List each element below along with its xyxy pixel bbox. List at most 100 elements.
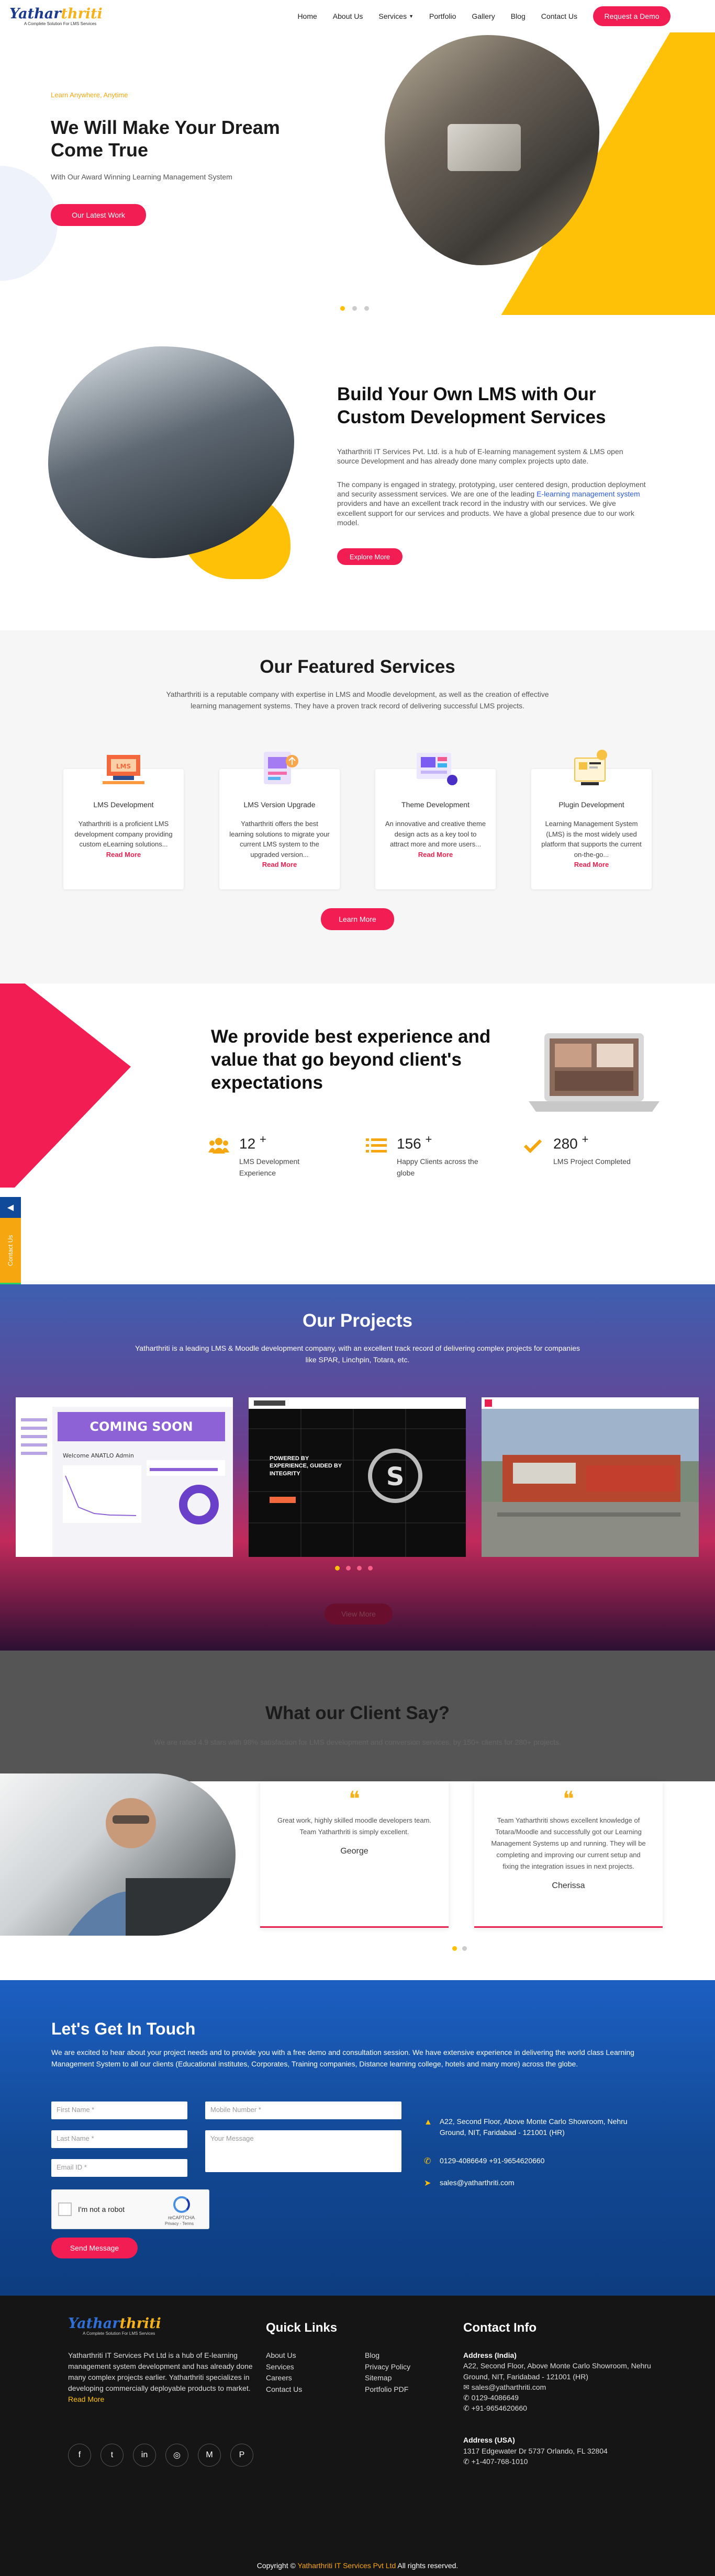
send-message-button[interactable]: Send Message: [51, 2238, 138, 2258]
read-more-link[interactable]: Read More: [106, 851, 141, 858]
elearning-link[interactable]: E-learning management system: [537, 490, 640, 498]
mail-icon: ✉: [463, 2382, 470, 2391]
upgrade-icon: [251, 744, 308, 794]
twitter-icon[interactable]: t: [100, 2444, 124, 2467]
footer-logo[interactable]: Yatharthriti A Complete Solution For LMS…: [68, 2317, 161, 2336]
usa-phone[interactable]: +1-407-768-1010: [472, 2457, 528, 2466]
read-more-link[interactable]: Read More: [262, 861, 297, 868]
latest-work-button[interactable]: Our Latest Work: [51, 204, 146, 226]
nav-about[interactable]: About Us: [333, 12, 363, 20]
projects-intro: Yatharthriti is a leading LMS & Moodle d…: [135, 1344, 580, 1364]
testimonials-title: What our Client Say?: [265, 1703, 450, 1723]
mobile-field[interactable]: Mobile Number *: [205, 2102, 401, 2119]
service-card-title: LMS Development: [93, 800, 154, 809]
laptop-image: [523, 1028, 665, 1122]
slider-dot[interactable]: [352, 306, 357, 311]
service-card-title: Plugin Development: [558, 800, 624, 809]
slider-dot[interactable]: [452, 1946, 457, 1951]
learn-more-button[interactable]: Learn More: [321, 908, 394, 931]
email-field[interactable]: Email ID *: [51, 2159, 187, 2177]
india-email[interactable]: sales@yatharthriti.com: [472, 2383, 546, 2391]
service-card-text: Learning Management System (LMS) is the …: [541, 820, 642, 869]
project-screenshot[interactable]: [482, 1397, 699, 1557]
service-card[interactable]: Plugin Development Learning Management S…: [531, 749, 652, 890]
footer-link-careers[interactable]: Careers: [266, 2372, 302, 2384]
request-demo-button[interactable]: Request a Demo: [593, 6, 671, 26]
first-name-field[interactable]: First Name *: [51, 2102, 187, 2119]
quick-links-col-2: Blog Privacy Policy Sitemap Portfolio PD…: [365, 2350, 410, 2396]
phone-icon: ✆: [463, 2404, 470, 2413]
footer-link-sitemap[interactable]: Sitemap: [365, 2372, 410, 2384]
nav-blog[interactable]: Blog: [511, 12, 526, 20]
footer-logo-tagline: A Complete Solution For LMS Services: [83, 2331, 155, 2336]
footer-read-more-link[interactable]: Read More: [68, 2395, 104, 2403]
slider-dot[interactable]: [364, 306, 369, 311]
arrow-left-icon[interactable]: ◀: [0, 1197, 21, 1218]
message-field[interactable]: Your Message: [205, 2130, 401, 2172]
stats-title: We provide best experience and value tha…: [211, 1026, 491, 1093]
nav-services[interactable]: Services ▼: [378, 12, 414, 20]
nav-portfolio[interactable]: Portfolio: [429, 12, 456, 20]
testimonial-slider-dots: [452, 1946, 467, 1951]
contact-title: Let's Get In Touch: [51, 2019, 196, 2038]
service-card[interactable]: Theme Development An innovative and crea…: [375, 752, 496, 890]
linkedin-icon[interactable]: in: [133, 2444, 156, 2467]
contact-email-text[interactable]: sales@yatharthriti.com: [440, 2177, 515, 2190]
contact-phones: ✆ 0129-4086649 +91-9654620660: [424, 2155, 544, 2168]
footer-link-contact[interactable]: Contact Us: [266, 2384, 302, 2396]
nav-home[interactable]: Home: [297, 12, 317, 20]
last-name-field[interactable]: Last Name *: [51, 2130, 187, 2148]
service-card[interactable]: LMS Version Upgrade Yatharthriti offers …: [219, 751, 340, 890]
read-more-link[interactable]: Read More: [418, 851, 453, 858]
project-screenshot[interactable]: COMING SOON Welcome ANATLO Admin: [16, 1397, 233, 1557]
slider-dot[interactable]: [346, 1566, 351, 1571]
read-more-link[interactable]: Read More: [574, 861, 609, 868]
footer-link-about[interactable]: About Us: [266, 2350, 302, 2362]
copyright-company-link[interactable]: Yatharthriti IT Services Pvt Ltd: [297, 2561, 396, 2570]
projects-slider-dots: [335, 1566, 373, 1571]
stat-label: LMS Development Experience: [239, 1157, 300, 1178]
slider-dot[interactable]: [462, 1946, 467, 1951]
testimonial-name: Cherissa: [552, 1881, 585, 1891]
recaptcha-terms[interactable]: Privacy - Terms: [165, 2221, 194, 2226]
stat-label: Happy Clients across the globe: [397, 1157, 478, 1178]
pinterest-icon[interactable]: P: [230, 2444, 253, 2467]
projects-carousel: COMING SOON Welcome ANATLO Admin S POWERED…: [16, 1397, 699, 1557]
nav-gallery[interactable]: Gallery: [472, 12, 495, 20]
instagram-icon[interactable]: ◎: [165, 2444, 188, 2467]
testimonial-name: George: [340, 1847, 368, 1856]
footer-link-services[interactable]: Services: [266, 2362, 302, 2373]
service-card-text: Yatharthriti is a proficient LMS develop…: [74, 820, 173, 858]
facebook-icon[interactable]: f: [68, 2444, 91, 2467]
slider-dot[interactable]: [335, 1566, 340, 1571]
testimonials-intro: We are rated 4.9 stars with 98% satisfac…: [154, 1738, 561, 1746]
explore-more-button[interactable]: Explore More: [337, 548, 403, 565]
slider-dot[interactable]: [357, 1566, 362, 1571]
recaptcha-checkbox[interactable]: [58, 2202, 72, 2216]
contact-us-tab[interactable]: Contact Us: [0, 1218, 21, 1283]
site-logo[interactable]: Yatharthriti A Complete Solution For LMS…: [9, 7, 103, 26]
social-links: f t in ◎ M P: [68, 2444, 253, 2467]
medium-icon[interactable]: M: [198, 2444, 221, 2467]
india-phone-1[interactable]: 0129-4086649: [472, 2393, 519, 2402]
about-paragraph-1: Yatharthriti IT Services Pvt. Ltd. is a …: [337, 447, 623, 466]
testimonial-card: ❝ Great work, highly skilled moodle deve…: [260, 1781, 449, 1928]
stat-label: LMS Project Completed: [553, 1157, 631, 1166]
slider-dot[interactable]: [340, 306, 345, 311]
nav-contact[interactable]: Contact Us: [541, 12, 577, 20]
india-phone-2[interactable]: +91-9654620660: [472, 2404, 527, 2412]
stat-number: 280 +: [553, 1133, 589, 1152]
footer-link-blog[interactable]: Blog: [365, 2350, 410, 2362]
contact-phone-text[interactable]: 0129-4086649 +91-9654620660: [440, 2155, 544, 2168]
service-card[interactable]: LMS LMS Development Yatharthriti is a pr…: [63, 754, 184, 890]
footer-link-portfolio-pdf[interactable]: Portfolio PDF: [365, 2384, 410, 2396]
view-more-button[interactable]: View More: [325, 1603, 393, 1624]
footer-link-privacy[interactable]: Privacy Policy: [365, 2362, 410, 2373]
list-icon: [365, 1135, 387, 1157]
phone-icon: ✆: [463, 2457, 470, 2466]
project-screenshot[interactable]: S POWERED BY EXPERIENCE, GUIDED BY INTEGR…: [249, 1397, 466, 1557]
theme-icon: [407, 744, 464, 794]
slider-dot[interactable]: [368, 1566, 373, 1571]
recaptcha-label: I'm not a robot: [78, 2205, 125, 2213]
stat-number: 12 +: [239, 1133, 266, 1152]
